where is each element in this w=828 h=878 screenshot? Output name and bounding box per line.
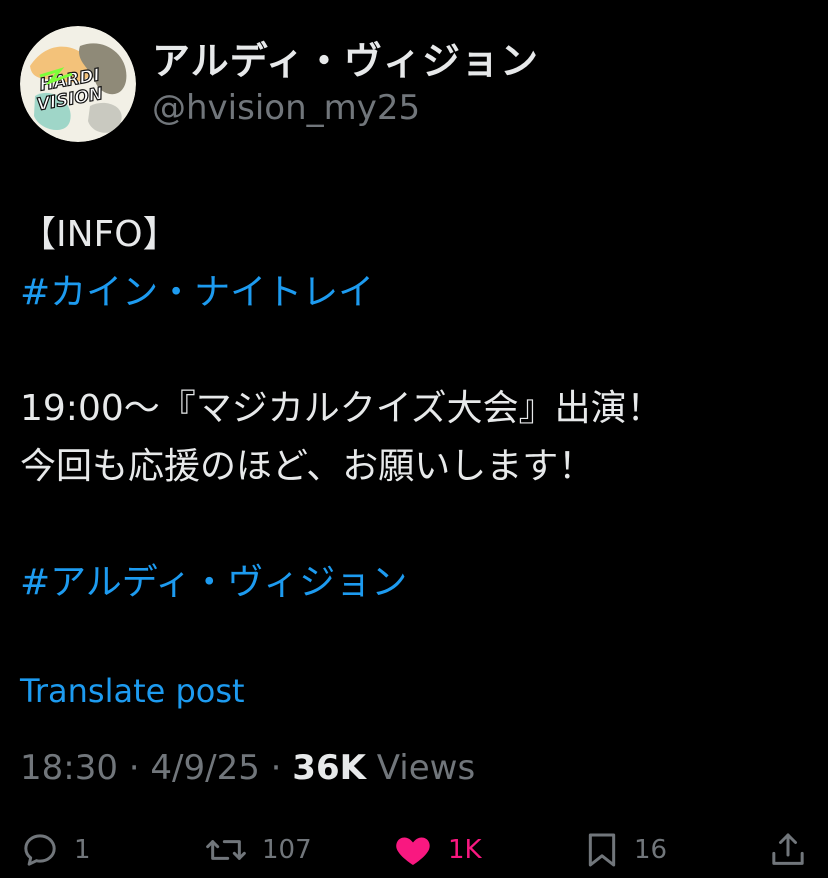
meta-separator: · <box>128 748 140 788</box>
views-count[interactable]: 36K <box>292 748 366 788</box>
author-display-name[interactable]: アルディ・ヴィジョン <box>152 37 539 85</box>
repost-button[interactable]: 107 <box>204 826 312 874</box>
post-date[interactable]: 4/9/25 <box>150 748 259 788</box>
hashtag-link[interactable]: #アルディ・ヴィジョン <box>20 562 407 603</box>
bookmark-button[interactable]: 16 <box>584 826 667 874</box>
repost-count: 107 <box>262 835 312 865</box>
bookmark-count: 16 <box>634 835 668 865</box>
reply-button[interactable]: 1 <box>20 826 91 874</box>
body-line-info: 【INFO】 <box>20 214 179 255</box>
post-time[interactable]: 18:30 <box>20 748 118 788</box>
reply-count: 1 <box>74 835 91 865</box>
translate-post-link[interactable]: Translate post <box>20 672 245 710</box>
reply-icon <box>24 834 56 866</box>
author-names: アルディ・ヴィジョン @hvision_my25 <box>152 37 539 131</box>
avatar[interactable]: HARDI VISION <box>20 26 136 142</box>
action-bar: 1 107 1K 16 <box>0 826 828 874</box>
post-meta: 18:30 · 4/9/25 · 36K Views <box>20 748 475 788</box>
like-count: 1K <box>448 835 482 865</box>
repost-icon <box>206 840 246 860</box>
avatar-logo: HARDI VISION <box>20 26 136 142</box>
post-body: 【INFO】 #カイン・ナイトレイ 19:00～『マジカルクイズ大会』出演！ 今… <box>20 206 810 612</box>
like-button[interactable]: 1K <box>392 826 482 874</box>
share-button[interactable] <box>768 826 808 874</box>
post-header: HARDI VISION アルディ・ヴィジョン @hvision_my25 <box>20 24 539 144</box>
heart-icon <box>396 837 430 865</box>
views-label: Views <box>376 748 476 788</box>
meta-separator: · <box>270 748 282 788</box>
body-line-event: 19:00～『マジカルクイズ大会』出演！ <box>20 388 663 429</box>
author-handle[interactable]: @hvision_my25 <box>152 85 539 131</box>
hashtag-link[interactable]: #カイン・ナイトレイ <box>20 272 374 313</box>
bookmark-icon <box>588 833 616 867</box>
body-line-message: 今回も応援のほど、お願いします！ <box>20 446 595 487</box>
share-icon <box>772 833 804 865</box>
